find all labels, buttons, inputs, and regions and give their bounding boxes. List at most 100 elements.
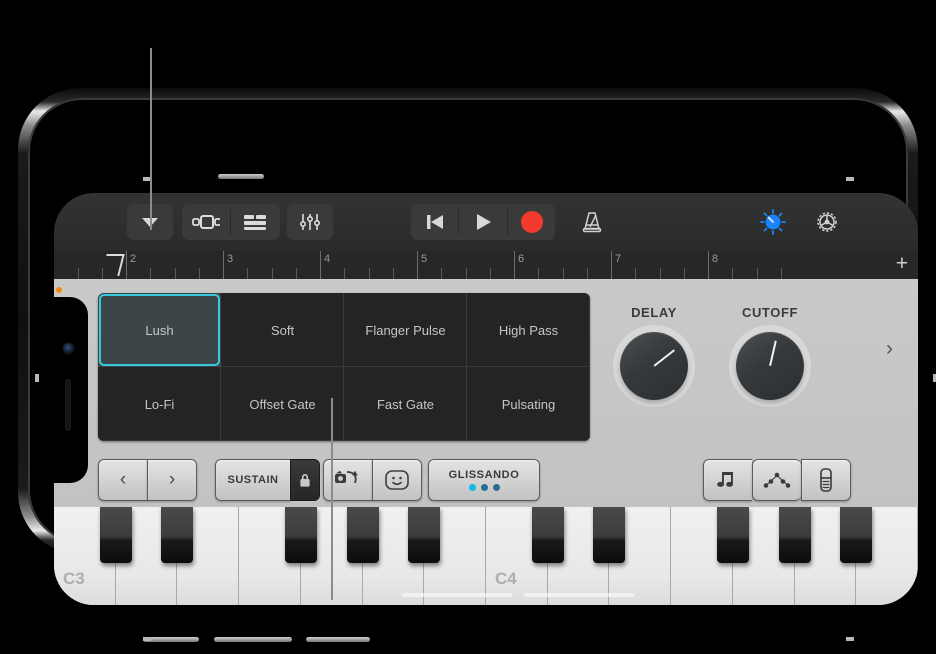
ruler-minor-tick: [247, 268, 249, 279]
preset-cell[interactable]: Offset Gate: [221, 367, 344, 441]
volume-up-button[interactable]: [143, 637, 199, 642]
keyboard-scroll-indicator[interactable]: [402, 593, 512, 597]
glissando-mode-dots: [468, 484, 500, 491]
preset-cell[interactable]: Lush: [98, 293, 221, 367]
track-view-icon[interactable]: [182, 204, 230, 240]
black-key[interactable]: [161, 507, 194, 563]
front-camera-icon: [63, 343, 74, 354]
face-icon[interactable]: [372, 459, 422, 501]
cutoff-knob-group: CUTOFF: [722, 305, 818, 400]
black-key[interactable]: [716, 507, 749, 563]
power-button[interactable]: [306, 637, 370, 642]
ruler-minor-tick: [295, 268, 297, 279]
ruler-minor-tick: [271, 268, 273, 279]
black-key[interactable]: [531, 507, 564, 563]
earpiece-speaker: [65, 379, 71, 431]
preset-cell[interactable]: High Pass: [467, 293, 590, 367]
black-key[interactable]: [99, 507, 132, 563]
fx-knob-button[interactable]: [753, 204, 793, 240]
ruler-minor-tick: [174, 268, 176, 279]
octave-buttons-group: ‹ ›: [98, 459, 197, 501]
scale-dots-icon[interactable]: [752, 459, 801, 501]
ruler-minor-tick: [586, 268, 588, 279]
mute-switch[interactable]: [218, 174, 264, 179]
preset-cell[interactable]: Lo-Fi: [98, 367, 221, 441]
lock-icon[interactable]: [290, 459, 320, 501]
callout-line-bottom: [331, 398, 333, 600]
preset-label: Soft: [270, 322, 295, 338]
ruler-major-tick: [417, 251, 418, 279]
timeline-ruler[interactable]: + 2 3 4 5 6 7 8: [54, 251, 918, 279]
phone-frame: + 2 3 4 5 6 7 8 Lush Soft Flanger Pulse High Pass…: [18, 88, 936, 642]
glissando-button[interactable]: GLISSANDO: [428, 459, 540, 501]
ruler-minor-tick: [756, 268, 758, 279]
settings-gear-button[interactable]: [807, 204, 847, 240]
delay-knob-label: DELAY: [631, 305, 677, 320]
arpeggiator-group: [323, 459, 422, 501]
black-key[interactable]: [778, 507, 811, 563]
ruler-label: 4: [324, 253, 331, 265]
transport-group: [411, 204, 555, 240]
black-key[interactable]: [593, 507, 626, 563]
mixer-button[interactable]: [287, 204, 333, 240]
black-key[interactable]: [408, 507, 441, 563]
metronome-button[interactable]: [572, 204, 612, 240]
antenna-band: [143, 637, 151, 641]
preset-label: Fast Gate: [376, 396, 435, 412]
ruler-minor-tick: [780, 268, 782, 279]
octave-label: C4: [495, 569, 517, 588]
preset-cell[interactable]: Soft: [221, 293, 344, 367]
velocity-fader-icon[interactable]: [801, 459, 851, 501]
ruler-minor-tick: [465, 268, 467, 279]
piano-keyboard[interactable]: C3 C4: [54, 507, 918, 605]
next-fx-page-button[interactable]: ›: [886, 337, 893, 361]
add-section-button[interactable]: +: [896, 253, 908, 274]
delay-knob-group: DELAY: [606, 305, 702, 400]
preset-label: Flanger Pulse: [365, 322, 446, 338]
black-key[interactable]: [284, 507, 317, 563]
delay-knob[interactable]: [620, 332, 688, 400]
ruler-minor-tick: [198, 268, 200, 279]
volume-down-button[interactable]: [214, 637, 292, 642]
preset-cell[interactable]: Fast Gate: [344, 367, 467, 441]
black-key[interactable]: [840, 507, 873, 563]
keyboard-scroll-indicator[interactable]: [524, 593, 634, 597]
ruler-minor-tick: [489, 268, 491, 279]
black-key[interactable]: [346, 507, 379, 563]
preset-grid: Lush Soft Flanger Pulse High Pass Lo-Fi Offse…: [98, 293, 590, 441]
sustain-button[interactable]: SUSTAIN: [215, 459, 290, 501]
instrument-panel: Lush Soft Flanger Pulse High Pass Lo-Fi Offse…: [54, 279, 918, 605]
rewind-button[interactable]: [411, 204, 458, 240]
record-button[interactable]: [508, 204, 555, 240]
ruler-label: 7: [615, 253, 622, 265]
eighth-notes-icon[interactable]: [703, 459, 752, 501]
device-notch: [54, 297, 88, 483]
play-button[interactable]: [459, 204, 507, 240]
cutoff-knob[interactable]: [736, 332, 804, 400]
glissando-group: GLISSANDO: [428, 459, 540, 501]
ruler-major-tick: [320, 251, 321, 279]
octave-down-button[interactable]: ‹: [98, 459, 147, 501]
keyboard-options-group: [703, 459, 851, 501]
device-screen: + 2 3 4 5 6 7 8 Lush Soft Flanger Pulse High Pass…: [54, 193, 918, 605]
ruler-minor-tick: [441, 268, 443, 279]
ruler-minor-tick: [77, 268, 79, 279]
preset-cell[interactable]: Pulsating: [467, 367, 590, 441]
antenna-band: [846, 637, 854, 641]
callout-line-top: [150, 48, 152, 230]
sustain-group: SUSTAIN: [215, 459, 320, 501]
ruler-label: 8: [712, 253, 719, 265]
ruler-minor-tick: [150, 268, 152, 279]
ruler-label: 6: [518, 253, 525, 265]
glissando-dot: [480, 484, 488, 491]
ruler-label: 5: [421, 253, 428, 265]
preset-cell[interactable]: Flanger Pulse: [344, 293, 467, 367]
ruler-minor-tick: [392, 268, 394, 279]
mixer-faders-icon[interactable]: [287, 204, 333, 240]
glissando-dot: [468, 484, 476, 491]
octave-up-button[interactable]: ›: [147, 459, 197, 501]
ruler-minor-tick: [635, 268, 637, 279]
list-view-icon[interactable]: [231, 204, 279, 240]
ruler-minor-tick: [538, 268, 540, 279]
ruler-minor-tick: [659, 268, 661, 279]
